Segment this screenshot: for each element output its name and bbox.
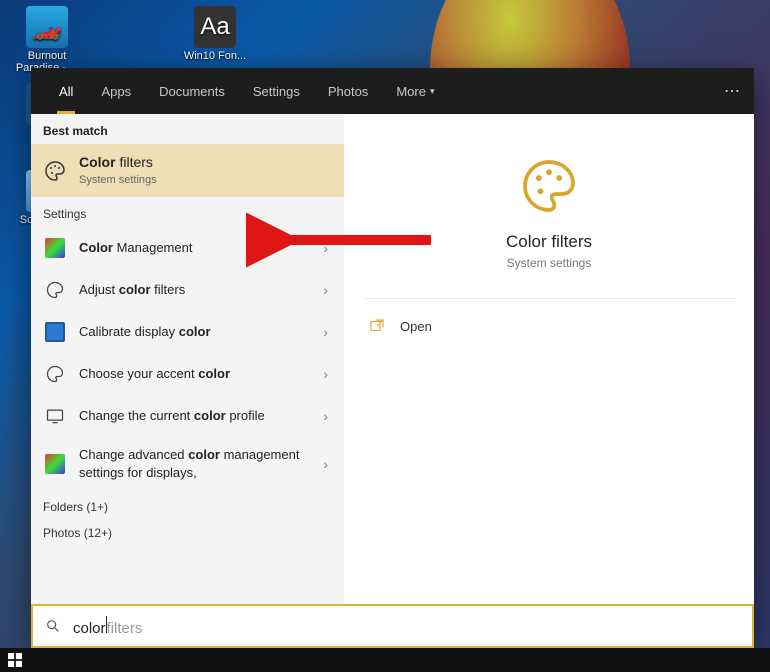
- font-icon: Aa: [194, 6, 236, 48]
- chevron-right-icon: ›: [319, 240, 332, 256]
- section-settings: Settings: [31, 197, 344, 227]
- tab-label: Documents: [159, 84, 225, 99]
- monitor-icon: [43, 320, 67, 344]
- result-title: Color Management: [79, 240, 319, 256]
- category-folders[interactable]: Folders (1+): [43, 494, 332, 520]
- palette-icon: [43, 278, 67, 302]
- result-title: Change advanced color management setting…: [79, 446, 319, 481]
- chevron-right-icon: ›: [319, 408, 332, 424]
- chevron-right-icon: ›: [319, 282, 332, 298]
- best-match-row[interactable]: Color filters System settings: [31, 144, 344, 197]
- overflow-menu-button[interactable]: ⋯: [724, 68, 742, 114]
- detail-title: Color filters: [506, 232, 592, 252]
- search-icon: [33, 618, 73, 634]
- detail-subtitle: System settings: [507, 256, 592, 270]
- chevron-right-icon: ›: [319, 366, 332, 382]
- result-color-management[interactable]: Color Management ›: [31, 227, 344, 269]
- start-button[interactable]: [0, 648, 30, 672]
- open-icon: [366, 315, 388, 337]
- tab-more[interactable]: More ▾: [382, 68, 448, 114]
- desktop-icon-label: Win10 Fon...: [180, 50, 250, 62]
- search-body: Best match Color filters System settings…: [31, 114, 754, 604]
- search-typed-text: color: [73, 620, 106, 637]
- game-icon: 🏎️: [26, 6, 68, 48]
- result-title: Choose your accent color: [79, 366, 319, 382]
- search-suggestion-ghost: filters: [107, 620, 143, 637]
- tab-label: All: [59, 84, 73, 99]
- chevron-down-icon: ▾: [430, 86, 435, 97]
- result-adjust-color-filters[interactable]: Adjust color filters ›: [31, 269, 344, 311]
- detail-pane: Color filters System settings Open: [344, 114, 754, 604]
- display-icon: [43, 404, 67, 428]
- color-mgmt-icon: [43, 452, 67, 476]
- section-best-match: Best match: [31, 114, 344, 144]
- divider: [362, 298, 736, 299]
- best-match-text: Color filters System settings: [79, 154, 332, 187]
- desktop-icon-fonts[interactable]: Aa Win10 Fon...: [180, 6, 250, 62]
- result-title: Change the current color profile: [79, 408, 319, 424]
- tab-label: Apps: [101, 84, 131, 99]
- palette-icon: [43, 159, 67, 183]
- tab-photos[interactable]: Photos: [314, 68, 382, 114]
- best-match-title: Color filters: [79, 154, 332, 172]
- tab-label: More: [396, 84, 426, 99]
- color-mgmt-icon: [43, 236, 67, 260]
- tab-label: Photos: [328, 84, 368, 99]
- tab-label: Settings: [253, 84, 300, 99]
- open-action[interactable]: Open: [362, 309, 736, 343]
- result-change-color-profile[interactable]: Change the current color profile ›: [31, 395, 344, 437]
- taskbar: [0, 648, 770, 672]
- palette-icon: [43, 362, 67, 386]
- results-column: Best match Color filters System settings…: [31, 114, 344, 604]
- search-panel: All Apps Documents Settings Photos More ▾…: [31, 68, 754, 648]
- search-bar-wrap: color filters: [31, 604, 754, 648]
- search-tabbar: All Apps Documents Settings Photos More ▾…: [31, 68, 754, 114]
- tab-documents[interactable]: Documents: [145, 68, 239, 114]
- search-bar[interactable]: color filters: [31, 604, 754, 648]
- tab-all[interactable]: All: [45, 68, 87, 114]
- result-advanced-color-mgmt[interactable]: Change advanced color management setting…: [31, 437, 344, 490]
- result-calibrate-display[interactable]: Calibrate display color ›: [31, 311, 344, 353]
- result-title: Calibrate display color: [79, 324, 319, 340]
- chevron-right-icon: ›: [319, 456, 332, 472]
- desktop-icon-burnout[interactable]: 🏎️ Burnout Paradise - ...: [12, 6, 82, 74]
- open-label: Open: [400, 319, 432, 334]
- best-match-subtitle: System settings: [79, 174, 332, 188]
- result-title: Adjust color filters: [79, 282, 319, 298]
- category-photos[interactable]: Photos (12+): [43, 520, 332, 546]
- tab-settings[interactable]: Settings: [239, 68, 314, 114]
- palette-icon: [517, 154, 581, 218]
- tab-apps[interactable]: Apps: [87, 68, 145, 114]
- result-accent-color[interactable]: Choose your accent color ›: [31, 353, 344, 395]
- chevron-right-icon: ›: [319, 324, 332, 340]
- category-links: Folders (1+) Photos (12+): [31, 490, 344, 550]
